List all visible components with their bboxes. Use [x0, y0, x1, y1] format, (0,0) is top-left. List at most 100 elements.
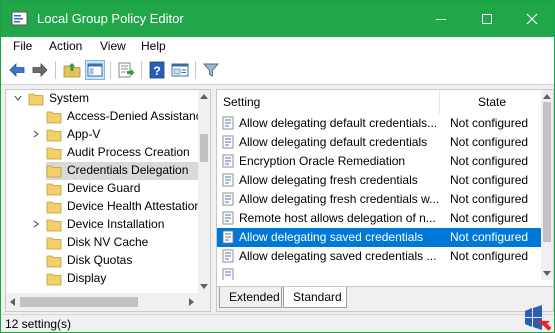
policy-row[interactable]: Allow delegating default credentials Not… — [217, 133, 541, 152]
help-button[interactable]: ? — [147, 60, 167, 80]
policy-name: Allow delegating saved credentials ... — [239, 249, 437, 263]
tree-item-label: Device Guard — [67, 181, 141, 195]
policy-row[interactable]: Allow delegating fresh credentials Not c… — [217, 171, 541, 190]
policy-setting-icon — [222, 116, 234, 130]
tab-standard[interactable]: Standard — [283, 287, 347, 308]
chevron-right-icon[interactable] — [32, 220, 40, 228]
policy-name: Remote host allows delegation of n... — [239, 211, 436, 225]
maximize-icon — [482, 14, 492, 24]
status-text: 12 setting(s) — [5, 317, 72, 331]
forward-arrow-icon — [32, 63, 48, 77]
folder-open-icon — [28, 93, 44, 106]
tab-extended[interactable]: Extended — [219, 287, 282, 308]
scroll-right-arrow-icon[interactable] — [189, 298, 195, 306]
help-icon: ? — [149, 61, 165, 79]
tree-item-label: Disk Quotas — [67, 253, 133, 267]
up-one-level-button[interactable] — [62, 60, 82, 80]
policy-row-selected[interactable]: Allow delegating saved credentials Not c… — [217, 228, 541, 247]
toolbar-separator — [55, 61, 56, 79]
tree-horizontal-scrollbar[interactable] — [6, 293, 210, 311]
folder-icon — [46, 237, 62, 250]
tree-item[interactable]: Device Health Attestation — [46, 198, 210, 216]
tree-item-label: Display — [67, 271, 107, 285]
menu-help[interactable]: Help — [141, 39, 166, 53]
minimize-button[interactable] — [418, 1, 464, 37]
folder-icon — [46, 201, 62, 214]
tree-item-label: Disk NV Cache — [67, 235, 149, 249]
maximize-button[interactable] — [464, 1, 510, 37]
policy-name: Allow delegating default credentials... — [239, 116, 438, 130]
policy-row[interactable]: Encryption Oracle Remediation Not config… — [217, 152, 541, 171]
scroll-up-arrow-icon[interactable] — [543, 93, 551, 99]
close-icon — [526, 13, 538, 25]
tree-item[interactable]: Audit Process Creation — [46, 144, 210, 162]
tree-horizontal-scroll-thumb[interactable] — [20, 297, 138, 307]
back-button[interactable] — [7, 60, 27, 80]
menu-view[interactable]: View — [100, 39, 126, 53]
toolbar-separator — [110, 61, 111, 79]
policy-setting-icon — [222, 192, 234, 206]
up-folder-icon — [63, 63, 81, 78]
tree-item[interactable]: Disk NV Cache — [46, 234, 210, 252]
policy-row[interactable]: Allow delegating default credentials... … — [217, 114, 541, 133]
column-header-state[interactable]: State — [439, 90, 541, 114]
toolbar-separator — [195, 61, 196, 79]
policy-name: Allow delegating saved credentials — [239, 230, 424, 244]
filter-button[interactable] — [201, 60, 221, 80]
policy-state: Not configured — [450, 211, 529, 225]
policy-state: Not configured — [450, 249, 529, 263]
tree-item-selected[interactable]: Credentials Delegation — [46, 162, 198, 180]
tree-item[interactable]: Display — [46, 270, 210, 288]
folder-open-icon — [46, 165, 62, 178]
folder-icon — [46, 255, 62, 268]
tree-item-label: App-V — [67, 127, 101, 141]
show-hide-tree-button[interactable] — [85, 60, 105, 80]
policy-name: Allow delegating fresh credentials — [239, 173, 418, 187]
tree-item[interactable]: Disk Quotas — [46, 252, 210, 270]
back-arrow-icon — [9, 63, 25, 77]
tree-item[interactable]: App-V — [33, 126, 210, 144]
tree-vertical-scrollbar[interactable] — [198, 90, 210, 293]
tree-vertical-scroll-thumb[interactable] — [200, 134, 208, 162]
export-list-button[interactable] — [116, 60, 136, 80]
scroll-down-arrow-icon[interactable] — [543, 271, 551, 277]
settings-vertical-scrollbar[interactable] — [541, 90, 553, 280]
properties-button[interactable] — [170, 60, 190, 80]
policy-row[interactable]: Allow delegating saved credentials ... N… — [217, 247, 541, 266]
policy-row-partial[interactable] — [217, 266, 541, 280]
folder-icon — [46, 111, 62, 124]
tree-item[interactable]: Access-Denied Assistance — [46, 108, 210, 126]
chevron-right-icon[interactable] — [32, 130, 40, 138]
policy-row[interactable]: Remote host allows delegation of n... No… — [217, 209, 541, 228]
close-button[interactable] — [509, 1, 554, 37]
tree-item[interactable]: Device Guard — [46, 180, 210, 198]
navigation-tree[interactable]: System Access-Denied Assistance App-V Au… — [5, 89, 211, 312]
forward-button[interactable] — [30, 60, 50, 80]
policy-setting-icon — [222, 249, 234, 263]
title-bar[interactable]: Local Group Policy Editor — [1, 1, 554, 37]
policy-setting-icon — [222, 230, 234, 244]
policy-settings-list[interactable]: Setting State Allow delegating default c… — [216, 89, 554, 312]
settings-vertical-scroll-thumb[interactable] — [543, 102, 551, 242]
scroll-down-arrow-icon[interactable] — [200, 284, 208, 290]
menu-file[interactable]: File — [13, 39, 32, 53]
policy-setting-icon — [222, 173, 234, 187]
policy-setting-icon — [222, 154, 234, 168]
tree-root-system[interactable]: System — [14, 90, 210, 108]
folder-icon — [46, 273, 62, 286]
tree-item[interactable]: Device Installation — [33, 216, 210, 234]
column-header-setting[interactable]: Setting — [217, 90, 439, 114]
policy-row[interactable]: Allow delegating fresh credentials w... … — [217, 190, 541, 209]
window-title: Local Group Policy Editor — [37, 11, 184, 26]
tab-label: Standard — [293, 290, 342, 304]
policy-setting-icon — [222, 211, 234, 225]
toolbar-separator — [141, 61, 142, 79]
menu-action[interactable]: Action — [49, 39, 82, 53]
policy-state: Not configured — [450, 116, 529, 130]
show-hide-tree-icon — [87, 63, 103, 77]
scroll-up-arrow-icon[interactable] — [200, 93, 208, 99]
policy-editor-app-icon — [11, 11, 28, 26]
chevron-down-icon[interactable] — [14, 94, 22, 102]
gpedit-window: Local Group Policy Editor File Action Vi… — [0, 0, 555, 333]
scroll-left-arrow-icon[interactable] — [9, 298, 15, 306]
